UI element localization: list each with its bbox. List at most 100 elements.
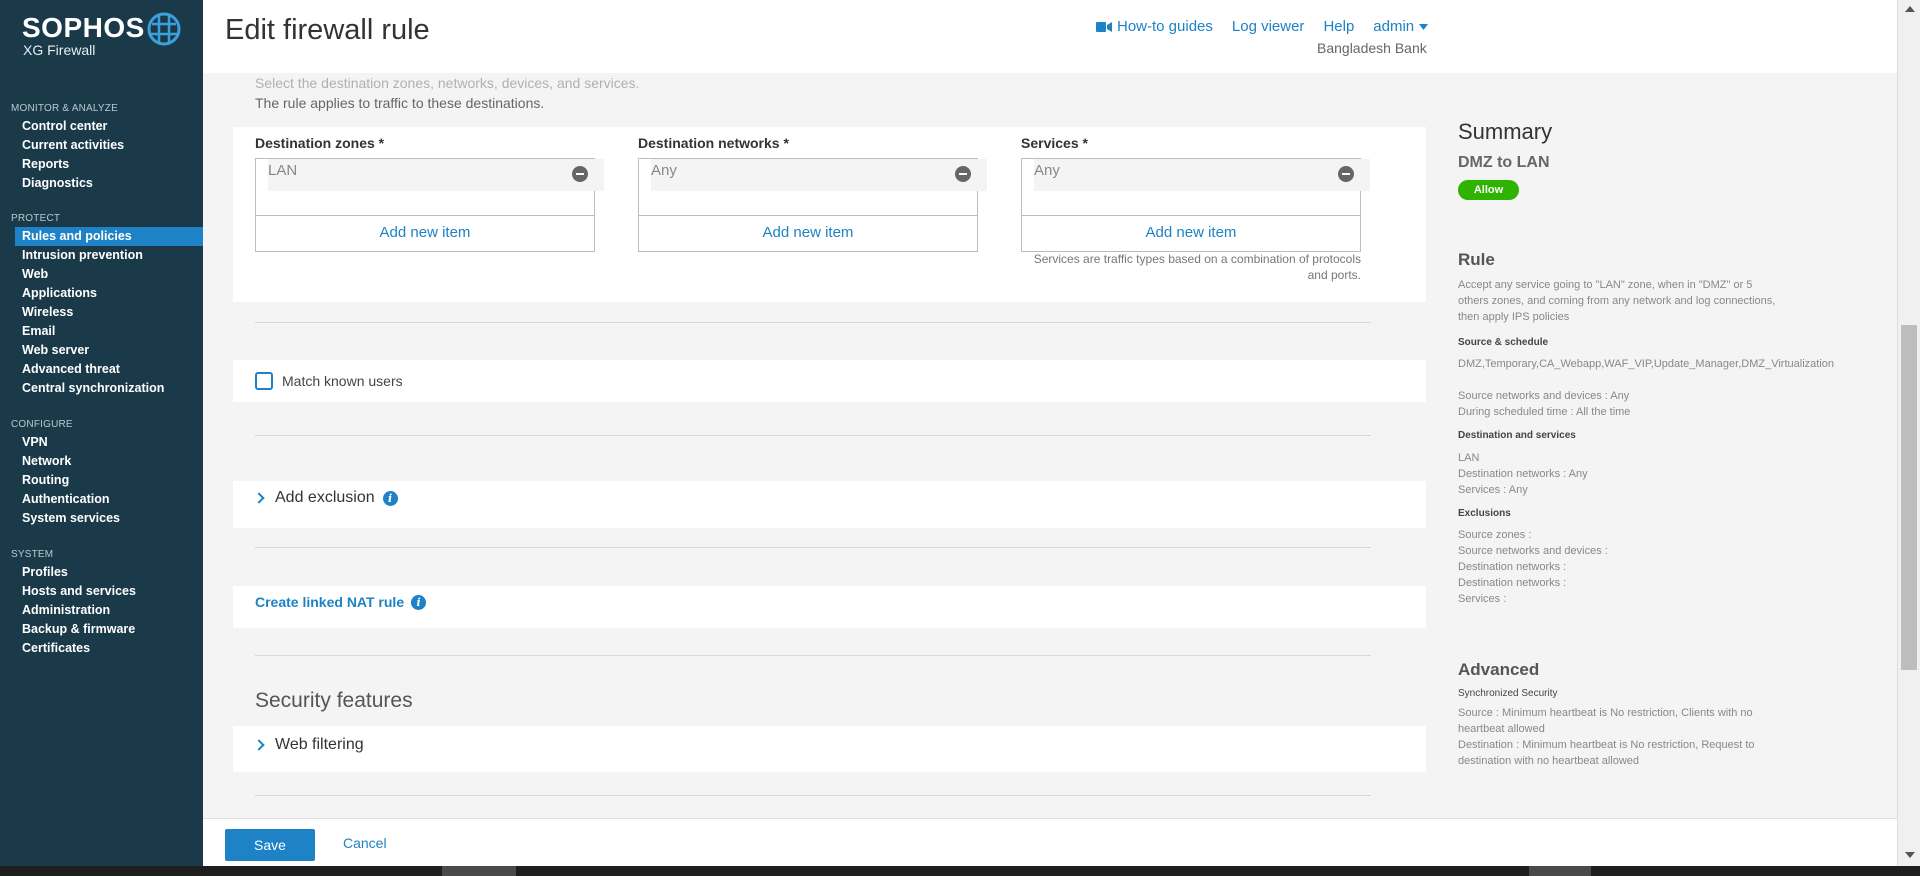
services-add-button[interactable]: Add new item <box>1022 215 1360 251</box>
destination-networks-label: Destination networks * <box>638 135 789 151</box>
cancel-button[interactable]: Cancel <box>343 835 387 851</box>
sidebar-item-hosts-and-services[interactable]: Hosts and services <box>0 582 203 601</box>
remove-icon[interactable] <box>572 166 588 182</box>
services-label: Services * <box>1021 135 1088 151</box>
video-camera-icon <box>1096 21 1112 32</box>
sidebar-item-web-server[interactable]: Web server <box>0 341 203 360</box>
action-badge: Allow <box>1458 180 1519 200</box>
sidebar-item-vpn[interactable]: VPN <box>0 433 203 452</box>
sidebar-item-intrusion-prevention[interactable]: Intrusion prevention <box>0 246 203 265</box>
sidebar-item-applications[interactable]: Applications <box>0 284 203 303</box>
divider <box>255 547 1371 548</box>
sidebar-item-diagnostics[interactable]: Diagnostics <box>0 174 203 193</box>
scroll-up-icon[interactable] <box>1905 6 1915 12</box>
sophos-logo-icon <box>147 12 181 46</box>
sidebar-item-current-activities[interactable]: Current activities <box>0 136 203 155</box>
brand-name: SOPHOS <box>22 12 145 43</box>
page-scrollbar[interactable] <box>1897 0 1920 866</box>
destination-zones-field: LAN Add new item <box>255 158 604 252</box>
sidebar-item-network[interactable]: Network <box>0 452 203 471</box>
summary-sync-heading: Synchronized Security <box>1458 688 1558 699</box>
destination-zones-add-button[interactable]: Add new item <box>256 215 594 251</box>
nav-section-configure: CONFIGURE VPN Network Routing Authentica… <box>0 419 203 528</box>
sidebar-item-central-sync[interactable]: Central synchronization <box>0 379 203 398</box>
sidebar-item-advanced-threat[interactable]: Advanced threat <box>0 360 203 379</box>
destination-zones-label: Destination zones * <box>255 135 385 151</box>
remove-icon[interactable] <box>1338 166 1354 182</box>
sidebar-item-wireless[interactable]: Wireless <box>0 303 203 322</box>
services-value: Any <box>1034 159 1370 191</box>
summary-advanced-heading: Advanced <box>1458 660 1540 679</box>
info-icon[interactable]: i <box>382 490 398 506</box>
divider <box>255 322 1371 323</box>
sidebar-item-authentication[interactable]: Authentication <box>0 490 203 509</box>
sidebar-item-system-services[interactable]: System services <box>0 509 203 528</box>
summary-excl-line: Destination networks : <box>1458 561 1567 573</box>
summary-panel: Summary DMZ to LAN Allow Rule Accept any… <box>1455 73 1897 818</box>
sidebar-item-profiles[interactable]: Profiles <box>0 563 203 582</box>
services-note: Services are traffic types based on a co… <box>1033 252 1361 282</box>
sidebar-item-rules-and-policies[interactable]: Rules and policies <box>15 227 203 246</box>
log-viewer-link[interactable]: Log viewer <box>1232 18 1305 35</box>
main-content: Select the destination zones, networks, … <box>203 73 1455 818</box>
exclusion-panel <box>233 481 1426 528</box>
add-exclusion-toggle[interactable]: Add exclusion i <box>253 489 398 507</box>
sidebar-item-control-center[interactable]: Control center <box>0 117 203 136</box>
user-menu[interactable]: admin <box>1373 18 1429 35</box>
page-title: Edit firewall rule <box>225 14 430 46</box>
match-known-users-checkbox[interactable] <box>255 372 273 390</box>
add-exclusion-label: Add exclusion <box>275 489 375 506</box>
nav-heading: PROTECT <box>11 213 61 224</box>
divider <box>255 795 1371 796</box>
destination-networks-field: Any Add new item <box>638 158 987 252</box>
nav-section-monitor: MONITOR & ANALYZE Control center Current… <box>0 103 203 193</box>
sidebar-item-routing[interactable]: Routing <box>0 471 203 490</box>
scrollbar-thumb[interactable] <box>1901 325 1917 670</box>
match-users-panel <box>233 360 1426 402</box>
save-button[interactable]: Save <box>225 829 315 861</box>
product-name: XG Firewall <box>23 42 96 58</box>
sidebar-item-reports[interactable]: Reports <box>0 155 203 174</box>
summary-source-networks: Source networks and devices : Any <box>1458 390 1630 402</box>
web-filtering-panel <box>233 726 1426 772</box>
create-linked-nat-link[interactable]: Create linked NAT rule i <box>255 594 427 610</box>
sidebar-item-email[interactable]: Email <box>0 322 203 341</box>
page-header: Edit firewall rule How-to guides Log vie… <box>203 0 1897 73</box>
web-filtering-label: Web filtering <box>275 736 364 753</box>
destination-hint-top: Select the destination zones, networks, … <box>255 75 640 91</box>
nav-section-protect: PROTECT Rules and policies Intrusion pre… <box>0 213 203 398</box>
help-link[interactable]: Help <box>1323 18 1354 35</box>
web-filtering-toggle[interactable]: Web filtering <box>253 736 364 754</box>
remove-icon[interactable] <box>955 166 971 182</box>
sidebar-item-certificates[interactable]: Certificates <box>0 639 203 658</box>
summary-dest-zone: LAN <box>1458 452 1480 464</box>
summary-schedule: During scheduled time : All the time <box>1458 406 1631 418</box>
services-field: Any Add new item <box>1021 158 1370 252</box>
sidebar-item-web[interactable]: Web <box>0 265 203 284</box>
sidebar-item-backup-firmware[interactable]: Backup & firmware <box>0 620 203 639</box>
howto-link[interactable]: How-to guides <box>1096 18 1213 35</box>
sidebar: SOPHOS XG Firewall MONITOR & ANALYZE Con… <box>0 0 203 866</box>
action-footer: Save Cancel <box>203 818 1897 866</box>
summary-excl-line: Services : <box>1458 593 1507 605</box>
scroll-down-icon[interactable] <box>1905 852 1915 858</box>
security-features-title: Security features <box>255 689 413 712</box>
match-known-users-label: Match known users <box>282 373 403 389</box>
info-icon[interactable]: i <box>411 594 427 610</box>
destination-networks-add-button[interactable]: Add new item <box>639 215 977 251</box>
create-linked-nat-label: Create linked NAT rule <box>255 594 405 610</box>
destination-zones-value: LAN <box>268 159 604 191</box>
sidebar-item-administration[interactable]: Administration <box>0 601 203 620</box>
user-name: admin <box>1373 18 1415 35</box>
summary-dest-services: Services : Any <box>1458 484 1528 496</box>
header-links: How-to guides Log viewer Help admin <box>1096 18 1429 35</box>
summary-rule-heading: Rule <box>1458 250 1495 269</box>
destination-networks-value: Any <box>651 159 987 191</box>
caret-down-icon <box>1419 23 1429 30</box>
summary-exclusions-heading: Exclusions <box>1458 508 1511 519</box>
summary-rule-description: Accept any service going to "LAN" zone, … <box>1458 279 1776 323</box>
nav-heading: CONFIGURE <box>11 419 73 430</box>
summary-source-heading: Source & schedule <box>1458 337 1549 348</box>
summary-destination-heading: Destination and services <box>1458 430 1576 441</box>
taskbar-segment <box>442 866 516 876</box>
